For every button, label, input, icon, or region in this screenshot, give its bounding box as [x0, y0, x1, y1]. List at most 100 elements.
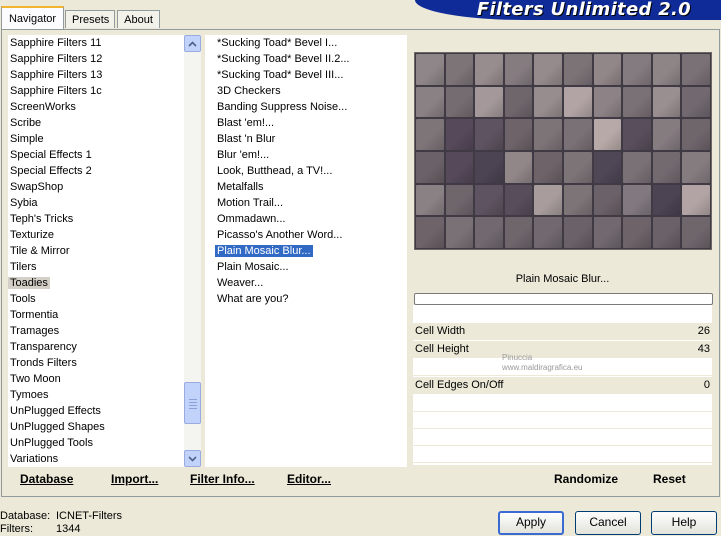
- category-item[interactable]: Simple: [8, 131, 184, 147]
- category-item-label: Teph's Tricks: [10, 213, 74, 225]
- category-item[interactable]: Special Effects 1: [8, 147, 184, 163]
- apply-button[interactable]: Apply: [498, 511, 564, 535]
- filter-item[interactable]: Blast 'n Blur: [215, 131, 407, 147]
- category-item[interactable]: Tronds Filters: [8, 355, 184, 371]
- category-item-label: Scribe: [10, 117, 42, 129]
- category-item[interactable]: Sybia: [8, 195, 184, 211]
- editor-button[interactable]: Editor...: [287, 472, 331, 486]
- category-item[interactable]: Scribe: [8, 115, 184, 131]
- param-label: Cell Edges On/Off: [415, 379, 504, 391]
- param-empty-row: [413, 395, 712, 412]
- category-item[interactable]: Tile & Mirror: [8, 243, 184, 259]
- param-cell-edges[interactable]: Cell Edges On/Off 0: [413, 377, 712, 394]
- category-list[interactable]: Sapphire Filters 11 Sapphire Filters 12 Sa…: [8, 35, 184, 467]
- filter-item[interactable]: Banding Suppress Noise...: [215, 99, 407, 115]
- scroll-down-button[interactable]: [184, 450, 201, 467]
- category-item[interactable]: Variations: [8, 451, 184, 467]
- category-item[interactable]: SwapShop: [8, 179, 184, 195]
- filter-item[interactable]: Motion Trail...: [215, 195, 407, 211]
- param-label: Cell Width: [415, 325, 466, 337]
- filter-item-label: Look, Butthead, a TV!...: [217, 165, 333, 177]
- category-item[interactable]: Toadies: [8, 275, 184, 291]
- mosaic-cell: [504, 86, 533, 118]
- tab-presets[interactable]: Presets: [65, 10, 115, 28]
- category-item[interactable]: Teph's Tricks: [8, 211, 184, 227]
- category-item[interactable]: Tilers: [8, 259, 184, 275]
- status-label: Database:: [0, 510, 51, 522]
- filter-item[interactable]: Weaver...: [215, 275, 407, 291]
- filter-item[interactable]: Look, Butthead, a TV!...: [215, 163, 407, 179]
- mosaic-cell: [534, 54, 562, 85]
- mosaic-cell: [564, 217, 592, 248]
- scroll-up-button[interactable]: [184, 35, 201, 52]
- mosaic-cell: [416, 86, 444, 118]
- filter-item[interactable]: *Sucking Toad* Bevel II.2...: [215, 51, 407, 67]
- mosaic-cell: [682, 119, 710, 150]
- filter-item-label: Banding Suppress Noise...: [217, 101, 348, 113]
- mosaic-cell: [623, 54, 651, 85]
- category-item-label: Sapphire Filters 11: [10, 37, 102, 49]
- filter-item[interactable]: Plain Mosaic Blur...: [215, 243, 407, 259]
- filter-item-label: Motion Trail...: [217, 197, 284, 209]
- category-item[interactable]: Tools: [8, 291, 184, 307]
- tab-about[interactable]: About: [117, 10, 160, 28]
- filter-item[interactable]: Blur 'em!...: [215, 147, 407, 163]
- category-item[interactable]: Sapphire Filters 13: [8, 67, 184, 83]
- param-cell-width[interactable]: Cell Width 26: [413, 323, 712, 340]
- database-button[interactable]: Database: [20, 472, 73, 486]
- category-item[interactable]: Two Moon: [8, 371, 184, 387]
- category-item[interactable]: Sapphire Filters 1c: [8, 83, 184, 99]
- mosaic-cell: [564, 86, 592, 118]
- category-item[interactable]: ScreenWorks: [8, 99, 184, 115]
- category-item[interactable]: Sapphire Filters 12: [8, 51, 184, 67]
- mosaic-cell: [445, 119, 474, 150]
- help-button[interactable]: Help: [651, 511, 717, 535]
- category-item[interactable]: Tramages: [8, 323, 184, 339]
- param-value: 26: [697, 325, 710, 337]
- mosaic-cell: [534, 119, 562, 150]
- filter-item[interactable]: Blast 'em!...: [215, 115, 407, 131]
- mosaic-cell: [475, 217, 503, 248]
- filter-list[interactable]: *Sucking Toad* Bevel I... *Sucking Toad* …: [205, 35, 407, 467]
- mosaic-cell: [564, 151, 592, 183]
- tab-navigator[interactable]: Navigator: [1, 6, 64, 29]
- category-item[interactable]: UnPlugged Shapes: [8, 419, 184, 435]
- filter-item[interactable]: Plain Mosaic...: [215, 259, 407, 275]
- filter-item[interactable]: *Sucking Toad* Bevel III...: [215, 67, 407, 83]
- filter-item[interactable]: Ommadawn...: [215, 211, 407, 227]
- category-item[interactable]: Special Effects 2: [8, 163, 184, 179]
- category-item-label: Tymoes: [10, 389, 49, 401]
- scroll-thumb[interactable]: [184, 382, 201, 424]
- mosaic-cell: [593, 184, 622, 216]
- category-scrollbar[interactable]: [184, 35, 201, 467]
- category-item[interactable]: Sapphire Filters 11: [8, 35, 184, 51]
- filter-info-button[interactable]: Filter Info...: [190, 472, 255, 486]
- preview-filter-name: Plain Mosaic Blur...: [413, 268, 712, 291]
- mosaic-cell: [564, 184, 592, 216]
- cancel-button[interactable]: Cancel: [575, 511, 641, 535]
- filter-items: *Sucking Toad* Bevel I... *Sucking Toad* …: [205, 35, 407, 307]
- mosaic-cell: [534, 151, 562, 183]
- mosaic-cell: [623, 217, 651, 248]
- filter-item[interactable]: Picasso's Another Word...: [215, 227, 407, 243]
- randomize-button[interactable]: Randomize: [554, 472, 618, 486]
- filter-item[interactable]: What are you?: [215, 291, 407, 307]
- mosaic-cell: [475, 184, 503, 216]
- reset-button[interactable]: Reset: [653, 472, 686, 486]
- import-button[interactable]: Import...: [111, 472, 158, 486]
- filter-item[interactable]: *Sucking Toad* Bevel I...: [215, 35, 407, 51]
- filter-item[interactable]: Metalfalls: [215, 179, 407, 195]
- category-item[interactable]: Transparency: [8, 339, 184, 355]
- category-item[interactable]: UnPlugged Effects: [8, 403, 184, 419]
- filter-item-label: Blast 'n Blur: [217, 133, 276, 145]
- category-item[interactable]: UnPlugged Tools: [8, 435, 184, 451]
- category-item[interactable]: Tormentia: [8, 307, 184, 323]
- mosaic-cell: [416, 151, 444, 183]
- category-item[interactable]: Texturize: [8, 227, 184, 243]
- mosaic-cell: [445, 217, 474, 248]
- category-item-label: Tramages: [10, 325, 60, 337]
- filter-item[interactable]: 3D Checkers: [215, 83, 407, 99]
- mosaic-cell: [652, 184, 681, 216]
- category-item[interactable]: Tymoes: [8, 387, 184, 403]
- mosaic-cell: [623, 151, 651, 183]
